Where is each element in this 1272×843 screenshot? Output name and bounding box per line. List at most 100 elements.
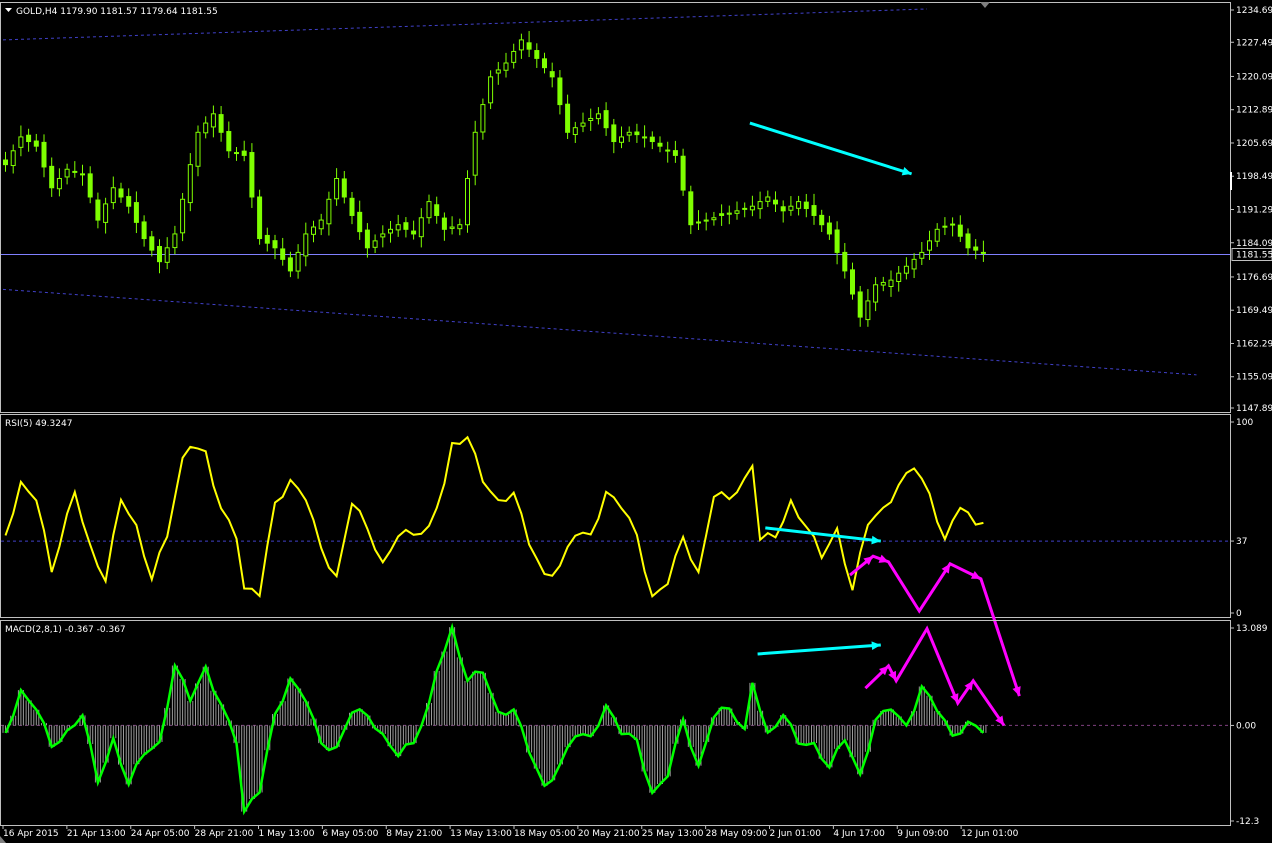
candle-body	[942, 225, 948, 228]
candle-body	[896, 272, 902, 282]
candle-body	[780, 206, 786, 212]
time-tick-label: 1 May 13:00	[259, 829, 315, 839]
candle-body	[796, 201, 802, 209]
candle-body	[418, 217, 424, 238]
time-tick-label: 18 May 05:00	[514, 829, 576, 839]
candle-body	[280, 248, 286, 260]
candle-body	[157, 246, 162, 263]
candle-body	[595, 113, 601, 120]
candle-body	[927, 240, 932, 251]
price-axis-tick-label: 1176.69	[1236, 273, 1272, 283]
candle-body	[465, 178, 470, 226]
candle-body	[126, 196, 132, 207]
candle-body	[711, 217, 717, 221]
candle-body	[33, 140, 39, 147]
time-tick-label: 21 Apr 13:00	[67, 829, 126, 839]
candle-body	[210, 113, 216, 128]
candle-body	[726, 212, 732, 215]
candle-body	[257, 196, 263, 240]
candle-body	[141, 221, 147, 240]
candle-body	[10, 150, 16, 167]
candle-body	[26, 134, 32, 143]
candle-body	[272, 240, 278, 249]
candle-body	[311, 226, 316, 235]
candle-body	[49, 165, 55, 189]
candle-body	[488, 76, 494, 104]
time-tick-label: 13 May 13:00	[450, 829, 512, 839]
candle-body	[565, 103, 571, 133]
price-axis-tick-label: 1162.29	[1236, 339, 1272, 349]
candle-body	[719, 213, 725, 216]
candle-body	[749, 205, 755, 211]
rsi-axis-tick-label: 0	[1236, 609, 1242, 619]
candle-body	[226, 131, 232, 152]
candle-body	[403, 222, 409, 230]
candle-body	[372, 240, 378, 248]
candle-body	[264, 234, 270, 244]
candle-body	[634, 131, 640, 136]
candle-body	[588, 117, 594, 121]
candle-body	[318, 219, 324, 230]
price-axis-tick-label: 1155.09	[1236, 373, 1272, 383]
candle-body	[819, 214, 825, 226]
scale-marker	[1230, 172, 1232, 190]
candle-body	[965, 233, 971, 249]
chart-canvas[interactable]: GOLD,H4 1179.90 1181.57 1179.64 1181.55 1…	[0, 0, 1272, 843]
candle-body	[642, 136, 648, 139]
time-tick-label: 25 May 13:00	[642, 829, 704, 839]
candle-body	[457, 224, 463, 230]
candle-body	[133, 202, 139, 223]
macd-axis-tick-label: -12.3	[1236, 817, 1259, 827]
candle-body	[857, 291, 863, 318]
candle-body	[241, 150, 247, 156]
time-tick-label: 16 Apr 2015	[3, 829, 59, 839]
candle-body	[680, 155, 686, 191]
candle-body	[295, 251, 301, 272]
candle-body	[742, 207, 748, 210]
rsi-axis-tick-label: 37	[1236, 537, 1247, 547]
candle-body	[164, 247, 170, 263]
chart-window[interactable]: GOLD,H4 1179.90 1181.57 1179.64 1181.55 1…	[0, 0, 1272, 843]
macd-axis-tick-label: 13.089	[1236, 624, 1268, 634]
candle-body	[672, 150, 678, 156]
time-tick-label: 8 May 21:00	[386, 829, 442, 839]
candle-body	[480, 104, 486, 133]
price-axis-tick-label: 1184.09	[1236, 239, 1272, 249]
candle-body	[357, 211, 363, 233]
rsi-pane-title: RSI(5) 49.3247	[5, 419, 72, 429]
candle-body	[411, 230, 417, 235]
candle-body	[803, 201, 809, 210]
candle-body	[395, 224, 401, 231]
candle-body	[87, 173, 93, 198]
time-tick-label: 20 May 21:00	[578, 829, 640, 839]
candle-body	[449, 226, 455, 229]
candle-body	[980, 251, 986, 254]
candle-body	[688, 191, 694, 226]
candle-body	[388, 228, 393, 234]
candle-body	[187, 164, 193, 204]
candle-body	[118, 188, 124, 198]
candle-body	[249, 152, 255, 198]
candle-body	[526, 42, 532, 50]
candle-body	[549, 71, 555, 78]
candle-body	[218, 114, 224, 133]
candle-body	[734, 210, 740, 214]
candle-body	[911, 258, 917, 270]
candle-body	[503, 62, 509, 71]
time-tick-label: 6 May 05:00	[322, 829, 378, 839]
candle-body	[41, 141, 47, 168]
price-axis-tick-label: 1147.89	[1236, 404, 1272, 414]
candle-body	[172, 233, 178, 249]
price-axis-tick-label: 1205.69	[1236, 139, 1272, 149]
candle-body	[626, 131, 632, 136]
candle-body	[957, 224, 963, 237]
price-axis-tick-label: 1212.89	[1236, 106, 1272, 116]
candle-body	[788, 205, 794, 211]
candle-body	[842, 251, 848, 272]
candle-body	[811, 205, 817, 216]
macd-pane-title: MACD(2,8,1) -0.367 -0.367	[5, 625, 126, 635]
time-tick-label: 28 Apr 21:00	[195, 829, 254, 839]
candle-body	[880, 281, 886, 286]
candle-body	[665, 149, 671, 152]
candle-body	[56, 178, 62, 190]
